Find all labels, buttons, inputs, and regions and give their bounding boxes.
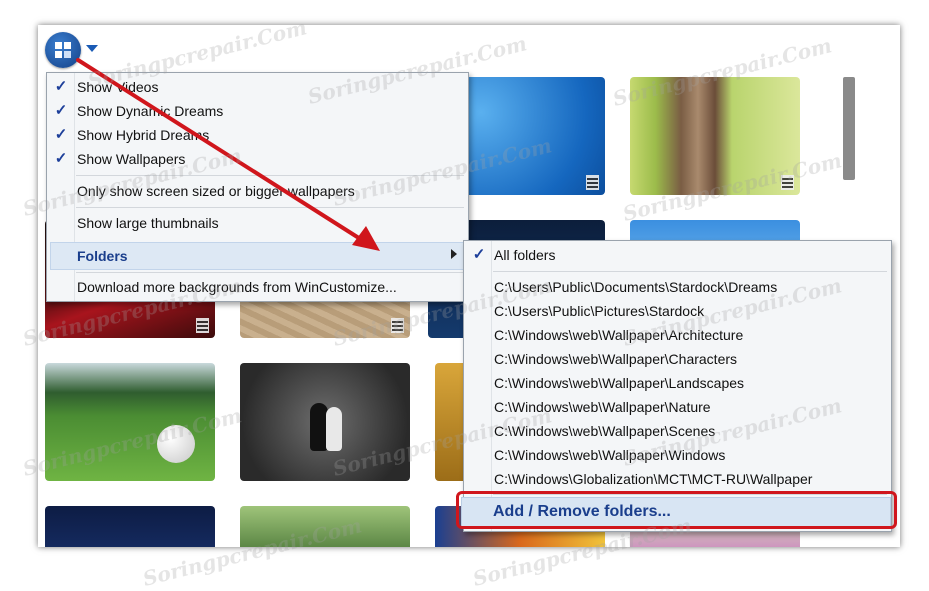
thumbnail-golf-ball[interactable] (45, 363, 215, 481)
folder-item-label: C:\Windows\web\Wallpaper\Characters (494, 351, 738, 367)
thumbnail-tree-bark[interactable] (630, 77, 800, 195)
checkmark-icon: ✓ (54, 78, 68, 95)
folders-submenu: ✓ All folders C:\Users\Public\Documents\… (463, 240, 892, 532)
menu-item-folders[interactable]: Folders (50, 242, 468, 270)
folder-item-label: C:\Windows\web\Wallpaper\Landscapes (494, 375, 745, 391)
checkmark-icon: ✓ (54, 126, 68, 143)
folder-item-label: C:\Windows\web\Wallpaper\Scenes (494, 423, 716, 439)
folder-item-label: All folders (494, 247, 556, 263)
folder-item[interactable]: C:\Windows\Globalization\MCT\MCT-RU\Wall… (464, 468, 891, 490)
thumbnail-cats[interactable] (240, 363, 410, 481)
folder-item-all-folders[interactable]: ✓ All folders (464, 244, 891, 266)
folder-item-label: C:\Windows\web\Wallpaper\Architecture (494, 327, 744, 343)
folder-item[interactable]: C:\Windows\web\Wallpaper\Landscapes (464, 372, 891, 394)
menu-item-label: Only show screen sized or bigger wallpap… (77, 183, 355, 199)
menu-separator (76, 207, 464, 208)
menu-item-label: Folders (77, 248, 128, 264)
folder-item-label: C:\Windows\web\Wallpaper\Windows (494, 447, 726, 463)
menu-item-show-hybrid-dreams[interactable]: ✓ Show Hybrid Dreams (47, 124, 468, 146)
folder-item[interactable]: C:\Users\Public\Documents\Stardock\Dream… (464, 276, 891, 298)
video-badge-icon (196, 318, 209, 333)
dropdown-caret-icon[interactable] (86, 45, 98, 52)
menu-item-large-thumbnails[interactable]: Show large thumbnails (47, 212, 468, 234)
scrollbar-thumb[interactable] (843, 77, 855, 180)
folder-item[interactable]: C:\Users\Public\Pictures\Stardock (464, 300, 891, 322)
submenu-arrow-icon (451, 249, 457, 259)
video-badge-icon (781, 175, 794, 190)
thumbnail-forest[interactable] (240, 506, 410, 547)
folder-item[interactable]: C:\Windows\web\Wallpaper\Architecture (464, 324, 891, 346)
folder-item-label: C:\Windows\web\Wallpaper\Nature (494, 399, 711, 415)
folder-item[interactable]: C:\Windows\web\Wallpaper\Characters (464, 348, 891, 370)
annotation-highlight-box (456, 491, 897, 529)
menu-item-label: Show Hybrid Dreams (77, 127, 210, 143)
folder-item[interactable]: C:\Windows\web\Wallpaper\Nature (464, 396, 891, 418)
video-badge-icon (586, 175, 599, 190)
menu-separator (76, 272, 464, 273)
menu-item-show-wallpapers[interactable]: ✓ Show Wallpapers (47, 148, 468, 170)
menu-separator (76, 175, 464, 176)
menu-item-show-dynamic-dreams[interactable]: ✓ Show Dynamic Dreams (47, 100, 468, 122)
menu-item-label: Show Wallpapers (77, 151, 186, 167)
view-options-menu: ✓ Show Videos ✓ Show Dynamic Dreams ✓ Sh… (46, 72, 469, 302)
app-logo-icon[interactable] (45, 32, 81, 68)
menu-item-label: Show large thumbnails (77, 215, 219, 231)
checkmark-icon: ✓ (54, 150, 68, 167)
folder-item-label: C:\Users\Public\Documents\Stardock\Dream… (494, 279, 778, 295)
thumbnail-stars[interactable] (45, 506, 215, 547)
menu-item-show-videos[interactable]: ✓ Show Videos (47, 76, 468, 98)
menu-item-download-more[interactable]: Download more backgrounds from WinCustom… (47, 276, 468, 298)
video-badge-icon (391, 318, 404, 333)
menu-item-label: Show Videos (77, 79, 159, 95)
menu-separator (493, 271, 887, 272)
folder-item-label: C:\Windows\Globalization\MCT\MCT-RU\Wall… (494, 471, 813, 487)
menu-item-label: Show Dynamic Dreams (77, 103, 224, 119)
checkmark-icon: ✓ (54, 102, 68, 119)
menu-item-label: Download more backgrounds from WinCustom… (77, 279, 397, 295)
folder-item-label: C:\Users\Public\Pictures\Stardock (494, 303, 705, 319)
menu-item-screen-sized-only[interactable]: Only show screen sized or bigger wallpap… (47, 180, 468, 202)
folder-item[interactable]: C:\Windows\web\Wallpaper\Scenes (464, 420, 891, 442)
checkmark-icon: ✓ (472, 246, 486, 263)
folder-item[interactable]: C:\Windows\web\Wallpaper\Windows (464, 444, 891, 466)
